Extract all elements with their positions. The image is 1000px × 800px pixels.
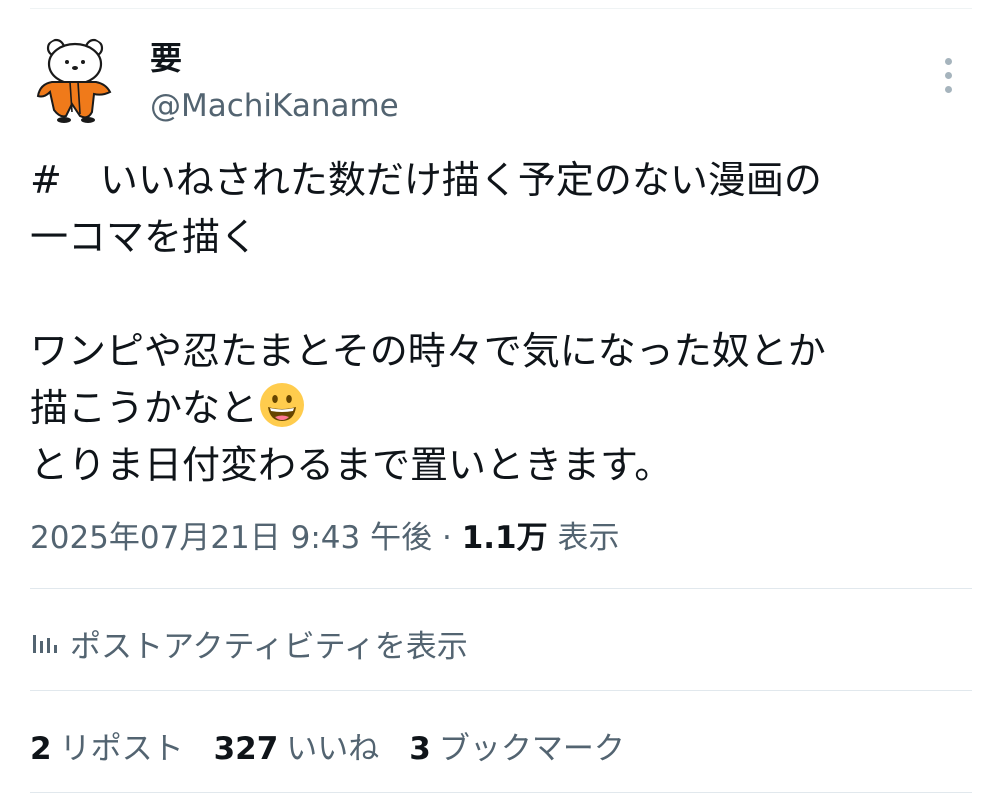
likes-stat[interactable]: 327 いいね (214, 723, 380, 768)
author-display-name[interactable]: 要 (150, 36, 399, 80)
post-meta: 2025年07月21日 9:43 午後 · 1.1万 表示 (30, 515, 619, 561)
divider (30, 792, 972, 793)
post-text-line: 描こうかなと (30, 386, 259, 430)
divider (30, 588, 972, 589)
post-stats: 2 リポスト 327 いいね 3 ブックマーク (30, 720, 655, 770)
bookmarks-stat[interactable]: 3 ブックマーク (409, 723, 625, 768)
post-text-line-with-emoji: 描こうかなと (30, 380, 970, 437)
views-count: 1.1万 (461, 520, 548, 556)
bookmarks-count: 3 (409, 730, 431, 767)
reposts-label: リポスト (59, 730, 184, 767)
author-info: 要 @MachiKaname (150, 36, 399, 128)
analytics-bars-icon (33, 635, 57, 653)
post-text-line: 一コマを描く (30, 215, 259, 259)
author-handle[interactable]: @MachiKaname (150, 84, 399, 128)
more-vertical-icon-dot (945, 86, 952, 93)
more-options-button[interactable] (938, 56, 958, 96)
post-text-line: # いいねされた数だけ描く予定のない漫画の (30, 158, 822, 202)
likes-label: いいね (286, 730, 380, 767)
view-post-activity-label: ポストアクティビティを表示 (70, 628, 468, 665)
post-text: # いいねされた数だけ描く予定のない漫画の 一コマを描くワンピや忍たまとその時々で… (30, 152, 970, 494)
post-text-line: ワンピや忍たまとその時々で気になった奴とか (30, 329, 826, 373)
reposts-count: 2 (30, 730, 52, 767)
top-divider (30, 8, 972, 9)
likes-count: 327 (213, 730, 279, 767)
more-vertical-icon-dot (945, 72, 952, 79)
post-header: 要 @MachiKaname (30, 34, 970, 134)
meta-separator: · (441, 520, 452, 556)
post-text-line: とりま日付変わるまで置いときます。 (30, 443, 673, 487)
grinning-face-emoji-icon (260, 383, 305, 427)
bookmarks-label: ブックマーク (438, 730, 625, 767)
reposts-stat[interactable]: 2 リポスト (30, 723, 184, 768)
more-vertical-icon (945, 58, 952, 65)
avatar[interactable] (30, 34, 120, 126)
view-post-activity-button[interactable]: ポストアクティビティを表示 (30, 618, 468, 668)
views-label: 表示 (557, 520, 620, 556)
divider (30, 690, 972, 691)
bear-character-avatar-icon (36, 38, 112, 123)
post-timestamp[interactable]: 2025年07月21日 9:43 午後 (30, 520, 432, 556)
post-text-line (30, 266, 970, 323)
